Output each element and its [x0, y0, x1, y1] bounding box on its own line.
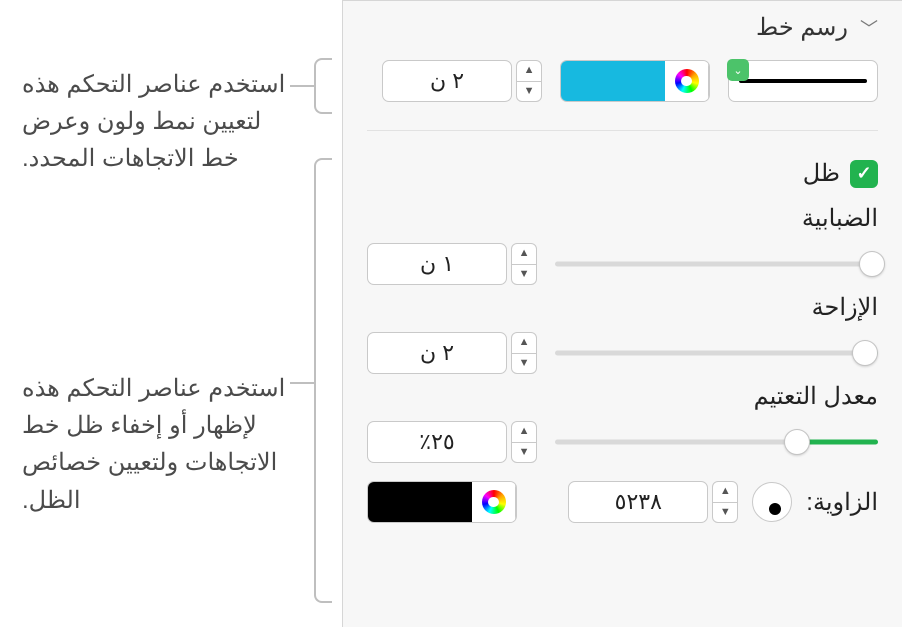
- blur-stepper-arrows[interactable]: ▲▼: [511, 243, 537, 285]
- stroke-width-stepper: ▲▼: [382, 60, 542, 102]
- disclosure-chevron-icon[interactable]: ﹀: [860, 15, 878, 41]
- callout-bracket: [314, 158, 332, 603]
- shadow-checkbox-label: ظل: [803, 159, 840, 188]
- opacity-slider[interactable]: [555, 428, 878, 456]
- callout-bracket: [314, 58, 332, 114]
- angle-stepper-arrows[interactable]: ▲▼: [712, 481, 738, 523]
- callout-stroke-help: استخدم عناصر التحكم هذه لتعيين نمط ولون …: [22, 66, 302, 178]
- blur-slider[interactable]: [555, 250, 878, 278]
- inspector-panel: ﹀ رسم خط ⌄ ▲▼ ✓ ظل الضبابية ▲▼ الإز: [342, 0, 902, 627]
- blur-label: الضبابية: [367, 204, 878, 233]
- offset-field[interactable]: [367, 332, 507, 374]
- angle-dial[interactable]: [752, 482, 792, 522]
- dropdown-indicator-icon: ⌄: [727, 59, 749, 81]
- angle-label: الزاوية:: [806, 488, 878, 517]
- callout-shadow-help: استخدم عناصر التحكم هذه لإظهار أو إخفاء …: [22, 370, 302, 519]
- shadow-enable-row: ✓ ظل: [367, 159, 878, 188]
- panel-title: رسم خط: [756, 13, 848, 42]
- stroke-width-field[interactable]: [382, 60, 512, 102]
- opacity-label: معدل التعتيم: [367, 382, 878, 411]
- line-style-popup[interactable]: ⌄: [728, 60, 878, 102]
- shadow-checkbox[interactable]: ✓: [850, 160, 878, 188]
- stroke-color-well[interactable]: [560, 60, 710, 102]
- angle-row: الزاوية: ▲▼: [367, 481, 878, 523]
- stroke-width-stepper-arrows[interactable]: ▲▼: [516, 60, 542, 102]
- panel-header: ﹀ رسم خط: [367, 13, 878, 42]
- angle-field[interactable]: [568, 481, 708, 523]
- opacity-field[interactable]: [367, 421, 507, 463]
- show-colors-icon[interactable]: [665, 61, 709, 101]
- blur-row: ▲▼: [367, 243, 878, 285]
- offset-stepper-arrows[interactable]: ▲▼: [511, 332, 537, 374]
- offset-label: الإزاحة: [367, 293, 878, 322]
- stroke-color-swatch: [561, 61, 665, 101]
- opacity-stepper-arrows[interactable]: ▲▼: [511, 421, 537, 463]
- shadow-color-well[interactable]: [367, 481, 517, 523]
- stroke-controls-row: ⌄ ▲▼: [367, 60, 878, 131]
- blur-field[interactable]: [367, 243, 507, 285]
- offset-slider[interactable]: [555, 339, 878, 367]
- offset-row: ▲▼: [367, 332, 878, 374]
- line-style-preview: [739, 79, 867, 83]
- opacity-row: ▲▼: [367, 421, 878, 463]
- show-colors-icon[interactable]: [472, 482, 516, 522]
- shadow-color-swatch: [368, 482, 472, 522]
